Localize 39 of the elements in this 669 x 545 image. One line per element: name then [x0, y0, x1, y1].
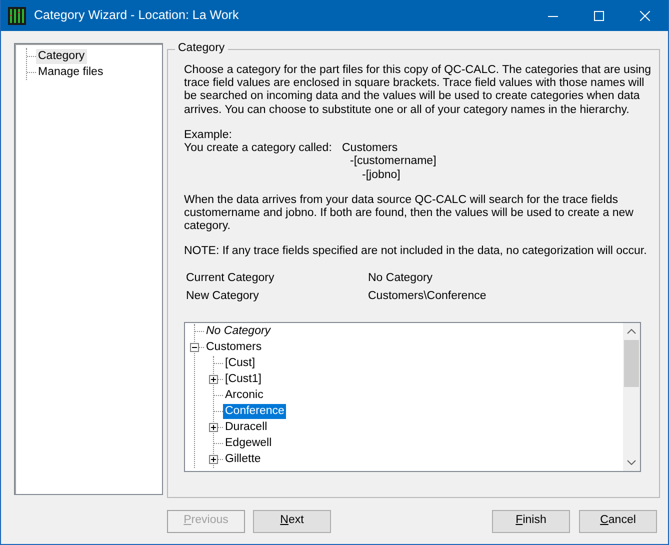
- tree-item[interactable]: Conference: [223, 404, 286, 420]
- tree-item[interactable]: [Cust1]: [223, 372, 264, 388]
- window-title: Category Wizard - Location: La Work: [34, 8, 240, 23]
- expand-icon[interactable]: [209, 374, 218, 384]
- tree-item[interactable]: [Cust]: [223, 356, 258, 372]
- example-line: Customers: [342, 142, 398, 156]
- example-label: You create a category called:: [184, 142, 333, 156]
- scroll-down-icon[interactable]: [627, 460, 636, 465]
- group-title: Category: [175, 42, 228, 56]
- app-icon: [8, 6, 26, 24]
- expand-icon[interactable]: [209, 422, 218, 432]
- tree-item[interactable]: Duracell: [223, 420, 270, 436]
- maximize-icon: [594, 10, 604, 20]
- info-value: Customers\Conference: [368, 290, 486, 304]
- info-label: New Category: [186, 290, 260, 304]
- info-label: Current Category: [186, 272, 276, 286]
- scroll-up-icon[interactable]: [627, 328, 636, 334]
- note-text: NOTE: If any trace fields specified are not included in the data, no categorization will occur.: [184, 245, 648, 259]
- close-icon: [640, 10, 650, 20]
- tree-item[interactable]: Edgewell: [223, 436, 274, 452]
- example-line: -[jobno]: [362, 168, 400, 182]
- info-value: No Category: [368, 272, 433, 286]
- tree-item[interactable]: Gillette: [223, 452, 263, 468]
- scrollbar[interactable]: [623, 322, 640, 471]
- wizard-button[interactable]: Next: [253, 510, 331, 532]
- expand-icon[interactable]: [209, 454, 218, 464]
- wizard-button[interactable]: Cancel: [579, 510, 657, 532]
- example-line: -[customername]: [350, 155, 436, 169]
- tree-item[interactable]: Arconic: [223, 388, 266, 404]
- tree-item[interactable]: Customers: [204, 340, 264, 356]
- explanation-text: When the data arrives from your data source QC-CALC will search for the trace fields customername and jobno. If both are found, then the values will be used to create a new category.: [184, 194, 634, 234]
- wizard-button[interactable]: Finish: [492, 510, 570, 532]
- collapse-icon[interactable]: [190, 342, 199, 352]
- step-item[interactable]: Manage files: [36, 64, 106, 80]
- tree-item[interactable]: No Category: [204, 324, 273, 340]
- step-item[interactable]: Category: [36, 48, 87, 64]
- scroll-thumb[interactable]: [624, 340, 639, 387]
- example-heading: Example:: [184, 128, 233, 142]
- intro-text: Choose a category for the part files for this copy of QC-CALC. The categories that are using trace field values are enclosed in square brackets. Trace field values with those names will be searched on incoming data and the values will be used to create categories when data arrives. You can choose to substitute one or all of your category names in the hierarchy.: [184, 64, 652, 117]
